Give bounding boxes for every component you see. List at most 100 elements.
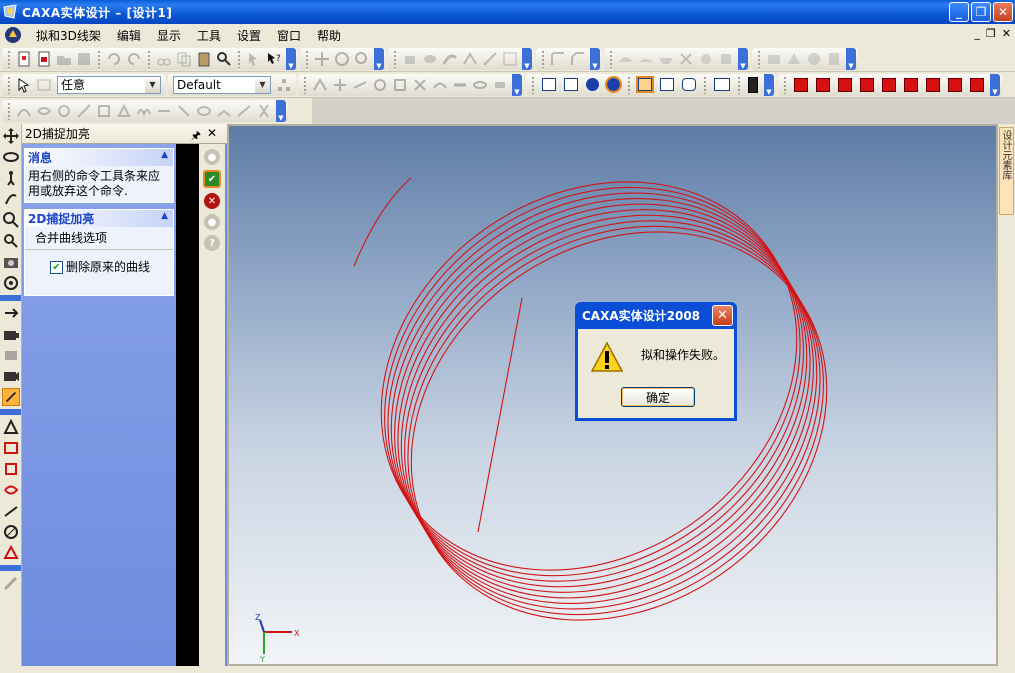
shaded-icon[interactable] [586,78,599,91]
curve-icon-12[interactable] [235,102,253,120]
revolve-icon[interactable] [421,50,439,68]
3d-sketch-icon[interactable] [481,50,499,68]
wireframe-icon[interactable] [542,78,556,91]
snap-group-header[interactable]: 2D捕捉加亮 ▲ [25,210,173,227]
sketch-icon-4[interactable] [371,76,389,94]
sketch-icon-5[interactable] [391,76,409,94]
hidden-line-icon[interactable] [564,78,578,91]
curve-icon-13[interactable] [255,102,273,120]
document-icon[interactable] [4,26,22,44]
pan-icon[interactable] [2,127,20,145]
loft-icon[interactable] [461,50,479,68]
pick-filter-icon[interactable] [35,76,53,94]
pick-pointer-icon[interactable] [15,76,33,94]
save-icon[interactable] [75,50,93,68]
assembly-icon-3[interactable] [805,50,823,68]
fillet-icon[interactable] [549,50,567,68]
fly-icon[interactable] [2,190,20,208]
new-file-icon[interactable] [15,50,33,68]
extrude-icon[interactable] [401,50,419,68]
toolbar-overflow-8[interactable]: ▼ [764,73,774,96]
assembly-icon-2[interactable] [785,50,803,68]
trimetric-view-icon[interactable] [970,77,984,92]
hierarchy-icon[interactable] [275,76,293,94]
zoom-icon[interactable] [2,211,20,229]
help-pointer-icon[interactable]: ? [265,50,283,68]
copy-icon[interactable] [175,50,193,68]
doc-restore-button[interactable]: ❐ [986,27,996,40]
ok-button[interactable]: 确定 [621,387,695,407]
sketch-icon-9[interactable] [471,76,489,94]
chevron-down-icon[interactable]: ▼ [145,76,160,93]
smooth-icon[interactable] [682,78,696,91]
realistic-render-icon[interactable] [605,76,622,93]
curve-icon-4[interactable] [75,102,93,120]
camera-track-icon[interactable] [2,367,20,385]
mirror-sketch-icon[interactable] [2,481,20,499]
display-settings-icon[interactable] [714,78,730,91]
preview-icon[interactable]: ● [204,214,220,230]
camera-icon[interactable] [2,253,20,271]
sketch-icon-8[interactable] [451,76,469,94]
caxa-app-icon[interactable] [2,4,18,20]
curve-icon-2[interactable] [35,102,53,120]
delete-original-checkbox[interactable]: ✔ [50,261,63,274]
chamfer-icon[interactable] [569,50,587,68]
rotate-view-icon[interactable] [333,50,351,68]
sketch-icon-2[interactable] [331,76,349,94]
sketch-plane-icon[interactable] [2,418,20,436]
move-icon[interactable] [313,50,331,68]
zoom-window-icon[interactable] [2,232,20,250]
menu-view[interactable]: 显示 [149,27,189,44]
curve-icon-11[interactable] [215,102,233,120]
look-at-icon[interactable] [2,304,20,322]
curve-icon-6[interactable] [115,102,133,120]
find-icon[interactable] [215,50,233,68]
restore-button[interactable]: ❐ [971,2,991,22]
perspective-icon[interactable] [636,76,654,93]
toolbar-overflow-10[interactable]: ▼ [276,100,286,122]
surface-icon-2[interactable] [637,50,655,68]
dialog-close-button[interactable]: ✕ [712,305,733,326]
redo-icon[interactable] [125,50,143,68]
curve-icon-5[interactable] [95,102,113,120]
camera-target-icon[interactable] [2,346,20,364]
front-view-icon[interactable] [794,77,808,92]
shadow-icon[interactable] [748,76,758,93]
orthographic-icon[interactable] [660,78,674,91]
curve-icon-10[interactable] [195,102,213,120]
sweep-icon[interactable] [441,50,459,68]
curve-icon-1[interactable] [15,102,33,120]
top-view-icon[interactable] [882,77,896,92]
chevron-down-icon[interactable]: ▼ [255,76,270,93]
message-group-header[interactable]: 消息 ▲ [25,149,173,166]
curve-icon-7[interactable] [135,102,153,120]
toolbar-overflow-6[interactable]: ▼ [846,47,856,70]
menu-settings[interactable]: 设置 [229,27,269,44]
left-view-icon[interactable] [838,77,852,92]
panel-close-button[interactable]: ✕ [207,126,217,140]
curve-icon-3[interactable] [55,102,73,120]
select-tool-icon[interactable] [245,50,263,68]
chevron-up-icon[interactable]: ▲ [161,211,168,221]
previous-step-icon[interactable]: ● [204,149,220,165]
undo-icon[interactable] [105,50,123,68]
bottom-view-icon[interactable] [904,77,918,92]
surface-icon-1[interactable] [617,50,635,68]
cut-icon[interactable] [155,50,173,68]
sketch-icon-10[interactable] [491,76,509,94]
curve-icon-8[interactable] [155,102,173,120]
orbit-icon[interactable] [2,148,20,166]
dimetric-view-icon[interactable] [948,77,962,92]
menu-help[interactable]: 帮助 [309,27,349,44]
design-library-tab[interactable]: 设计元素库 [999,127,1014,215]
menu-edit[interactable]: 编辑 [109,27,149,44]
walk-icon[interactable] [2,169,20,187]
sketch-icon-7[interactable] [431,76,449,94]
toolbar-overflow-7[interactable]: ▼ [512,73,522,96]
zoom-view-icon[interactable] [353,50,371,68]
doc-minimize-button[interactable]: _ [974,27,980,40]
pencil-icon[interactable] [2,574,20,592]
line-icon[interactable] [2,502,20,520]
help-icon[interactable]: ? [204,235,220,251]
